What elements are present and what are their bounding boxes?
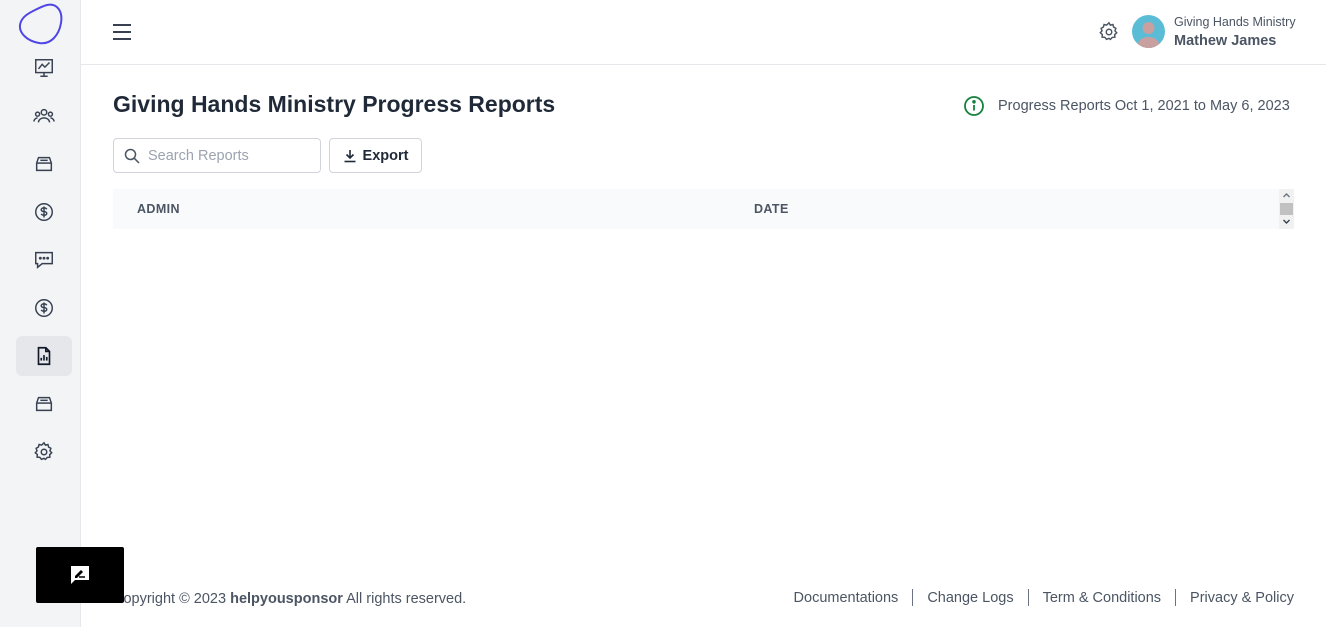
copyright-suffix: All rights reserved. — [346, 591, 467, 607]
search-reports-field[interactable] — [113, 138, 321, 173]
chevron-down-icon[interactable] — [1282, 217, 1291, 226]
users-group-icon — [33, 108, 55, 123]
reports-table-header: ADMIN DATE — [113, 189, 1294, 229]
gear-icon[interactable] — [1098, 21, 1120, 43]
hamburger-menu-icon[interactable] — [111, 22, 133, 42]
dollar-circle-icon — [35, 299, 53, 317]
sidebar-item-programs[interactable] — [16, 144, 72, 184]
privacy-link[interactable]: Privacy & Policy — [1190, 590, 1294, 606]
user-silhouette-icon — [1137, 22, 1160, 48]
export-button[interactable]: Export — [329, 138, 422, 173]
column-header-date[interactable]: DATE — [754, 202, 789, 216]
divider — [912, 589, 914, 606]
search-reports-input[interactable] — [148, 139, 316, 172]
chat-compose-icon — [71, 566, 89, 584]
sidebar-item-reports[interactable] — [16, 336, 72, 376]
sidebar-item-messages[interactable] — [16, 240, 72, 280]
chart-line-icon — [35, 59, 53, 77]
sidebar-item-dashboard[interactable] — [16, 48, 72, 88]
footer-links: Documentations Change Logs Term & Condit… — [794, 589, 1294, 606]
organization-name: Giving Hands Ministry — [1174, 15, 1296, 29]
inbox-stack-icon — [35, 156, 53, 172]
brand-name: helpyousponsor — [230, 591, 343, 607]
report-range-text: Progress Reports Oct 1, 2021 to May 6, 2… — [998, 98, 1290, 114]
sidebar — [0, 0, 81, 627]
sidebar-item-donations[interactable] — [16, 192, 72, 232]
table-scrollbar[interactable] — [1279, 189, 1294, 229]
download-icon — [344, 149, 356, 162]
copyright-prefix: Copyright © 2023 — [113, 591, 227, 607]
export-label: Export — [362, 147, 409, 164]
search-icon — [124, 148, 140, 164]
chevron-up-icon[interactable] — [1282, 191, 1291, 200]
top-bar: Giving Hands Ministry Mathew James — [81, 0, 1326, 65]
user-name[interactable]: Mathew James — [1174, 33, 1276, 49]
sidebar-item-payments[interactable] — [16, 288, 72, 328]
divider — [1027, 589, 1029, 606]
sidebar-item-sponsors[interactable] — [16, 96, 72, 136]
info-circle-icon — [964, 96, 984, 116]
feedback-chat-button[interactable] — [36, 547, 124, 603]
copyright-text: Copyright © 2023 helpyousponsor All righ… — [113, 591, 466, 607]
page-title: Giving Hands Ministry Progress Reports — [113, 91, 556, 117]
documentation-link[interactable]: Documentations — [794, 590, 899, 606]
gear-icon — [34, 441, 53, 461]
terms-link[interactable]: Term & Conditions — [1043, 590, 1161, 606]
dollar-circle-icon — [35, 203, 53, 221]
sidebar-item-archive[interactable] — [16, 384, 72, 424]
column-header-admin[interactable]: ADMIN — [137, 202, 180, 216]
avatar[interactable] — [1132, 15, 1165, 48]
sidebar-item-settings[interactable] — [16, 432, 72, 472]
change-logs-link[interactable]: Change Logs — [927, 590, 1013, 606]
report-doc-icon — [37, 346, 51, 366]
app-logo[interactable] — [17, 3, 63, 45]
divider — [1175, 589, 1177, 606]
chat-bubble-icon — [35, 251, 53, 269]
inbox-stack-icon — [35, 396, 53, 412]
scrollbar-thumb[interactable] — [1280, 203, 1293, 215]
